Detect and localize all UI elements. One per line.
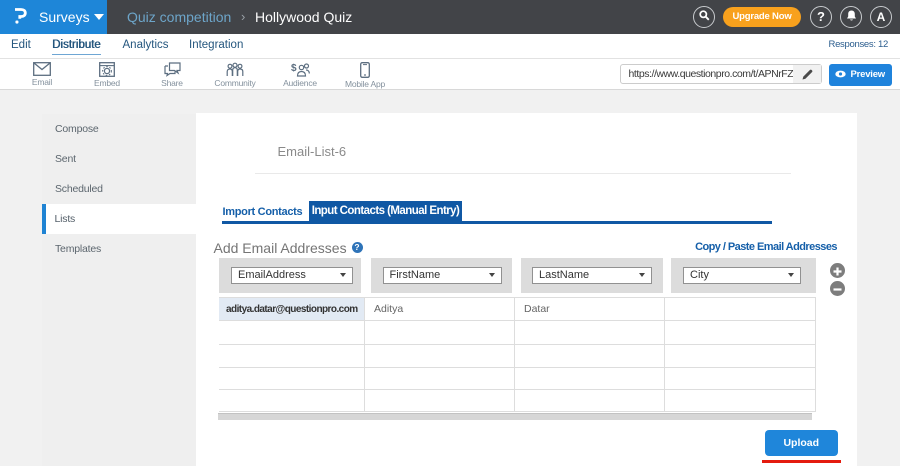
svg-text:$: $ <box>291 63 297 74</box>
